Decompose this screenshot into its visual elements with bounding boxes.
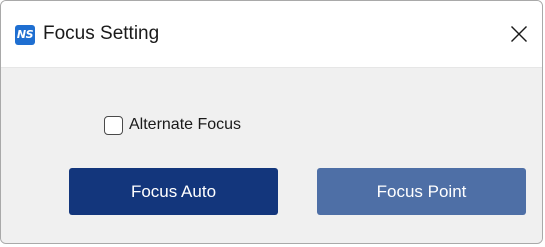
focus-setting-dialog: NS Focus Setting Alternate Focus Focus A…: [0, 0, 543, 244]
ns-app-logo-icon: NS: [15, 25, 35, 45]
alternate-focus-checkbox[interactable]: Alternate Focus: [104, 115, 241, 135]
alternate-focus-label: Alternate Focus: [129, 116, 242, 133]
checkbox-box[interactable]: [104, 115, 123, 135]
dialog-content: Alternate Focus Focus Auto Focus Point: [1, 68, 542, 243]
focus-auto-button[interactable]: Focus Auto: [69, 168, 278, 215]
window-title: Focus Setting: [43, 23, 160, 44]
focus-point-button[interactable]: Focus Point: [317, 168, 526, 215]
title-bar: NS Focus Setting: [1, 1, 542, 68]
close-icon: [511, 26, 527, 42]
close-button[interactable]: [500, 15, 538, 53]
